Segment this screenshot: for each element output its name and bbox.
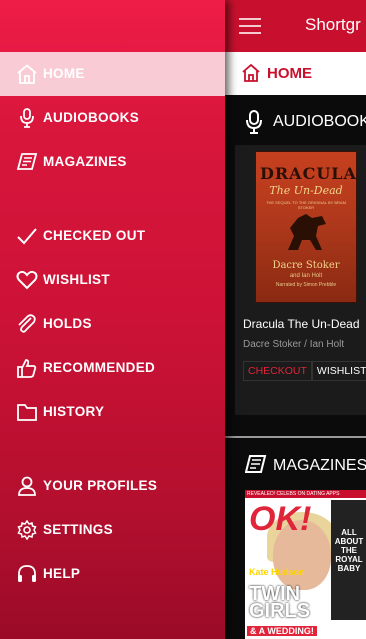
top-app-bar: Shortgr (225, 0, 366, 52)
section-divider (225, 436, 366, 438)
folder-icon (16, 402, 38, 422)
headphones-icon (16, 564, 38, 584)
magazine-masthead: OK! (249, 500, 312, 538)
book-cover[interactable]: DRACULA The Un-Dead THE SEQUEL TO THE OR… (255, 151, 357, 303)
profile-icon (16, 476, 38, 496)
app-title: Shortgr (305, 15, 361, 34)
microphone-icon (16, 108, 38, 128)
gear-icon (16, 520, 38, 540)
drawer-item-label: MAGAZINES (43, 154, 127, 169)
drawer-item-label: AUDIOBOOKS (43, 110, 140, 125)
drawer-item-label: RECOMMENDED (43, 360, 156, 375)
drawer-item-recommended[interactable]: RECOMMENDED (0, 346, 225, 390)
magazines-section-header[interactable]: MAGAZINES (225, 446, 366, 486)
page-title: HOME (267, 65, 312, 82)
wishlist-button[interactable]: WISHLIST (311, 361, 366, 381)
drawer-item-checked-out[interactable]: CHECKED OUT (0, 214, 225, 258)
thumbs-up-icon (16, 358, 38, 378)
cover-narrator: Narrated by Simon Prebble (275, 282, 337, 288)
drawer-item-label: YOUR PROFILES (43, 478, 158, 493)
drawer-item-holds[interactable]: HOLDS (0, 302, 225, 346)
cover-title: DRACULA (260, 164, 357, 183)
drawer-item-history[interactable]: HISTORY (0, 390, 225, 434)
audiobooks-heading: AUDIOBOOK (273, 113, 366, 130)
drawer-item-label: HELP (43, 566, 81, 581)
checkmark-icon (16, 226, 38, 246)
drawer-item-settings[interactable]: SETTINGS (0, 508, 225, 552)
magazine-wedding: & A WEDDING! (247, 626, 317, 636)
drawer-item-label: HOME (43, 66, 85, 81)
book-author: Dacre Stoker / Ian Holt (243, 339, 345, 350)
main-screen: Shortgr HOME AUDIOBOOK DRACULA The Un-De… (225, 0, 366, 639)
microphone-icon (245, 110, 263, 134)
drawer-item-magazines[interactable]: MAGAZINES (0, 140, 225, 184)
drawer-item-audiobooks[interactable]: AUDIOBOOKS (0, 96, 225, 140)
navigation-drawer: HOME AUDIOBOOKS MAGAZINES CHECKED OUT WI… (0, 0, 225, 639)
magazine-name: Kate Hudson (249, 567, 305, 577)
drawer-item-help[interactable]: HELP (0, 552, 225, 596)
magazine-headline: TWIN GIRLS (249, 583, 311, 622)
heart-icon (16, 270, 38, 290)
cover-author: Dacre Stoker (272, 260, 340, 271)
magazines-heading: MAGAZINES (273, 457, 366, 474)
magazine-icon (245, 454, 267, 476)
checkout-button[interactable]: CHECKOUT (243, 361, 312, 381)
book-title[interactable]: Dracula The Un-Dead (243, 317, 360, 331)
drawer-item-home[interactable]: HOME (0, 52, 225, 96)
paperclip-icon (16, 314, 38, 334)
magazine-cover[interactable]: REVEALED! CELEBS ON DATING APPS OK! ALL … (245, 490, 366, 639)
horse-illustration (282, 210, 330, 254)
audiobook-card[interactable]: DRACULA The Un-Dead THE SEQUEL TO THE OR… (235, 145, 366, 415)
page-title-bar: HOME (225, 52, 366, 95)
home-icon (241, 64, 261, 82)
magazine-band: REVEALED! CELEBS ON DATING APPS (245, 490, 366, 498)
drawer-header (0, 0, 225, 52)
magazine-royal-headline: ALL ABOUT THE ROYAL BABY (334, 528, 364, 573)
drawer-item-label: SETTINGS (43, 522, 113, 537)
drawer-item-wishlist[interactable]: WISHLIST (0, 258, 225, 302)
drawer-item-label: CHECKED OUT (43, 228, 146, 243)
hamburger-menu-icon[interactable] (239, 18, 261, 34)
cover-tagline: THE SEQUEL TO THE ORIGINAL BY BRAM STOKE… (266, 200, 346, 210)
cover-coauthor: and Ian Holt (289, 273, 323, 279)
book-actions: CHECKOUT WISHLIST (243, 361, 366, 381)
audiobooks-section-header[interactable]: AUDIOBOOK (225, 102, 366, 142)
magazine-icon (16, 152, 38, 172)
drawer-item-label: HOLDS (43, 316, 92, 331)
cover-subtitle: The Un-Dead (269, 184, 343, 197)
drawer-item-label: HISTORY (43, 404, 105, 419)
drawer-item-label: WISHLIST (43, 272, 110, 287)
drawer-item-your-profiles[interactable]: YOUR PROFILES (0, 464, 225, 508)
home-icon (16, 64, 38, 84)
